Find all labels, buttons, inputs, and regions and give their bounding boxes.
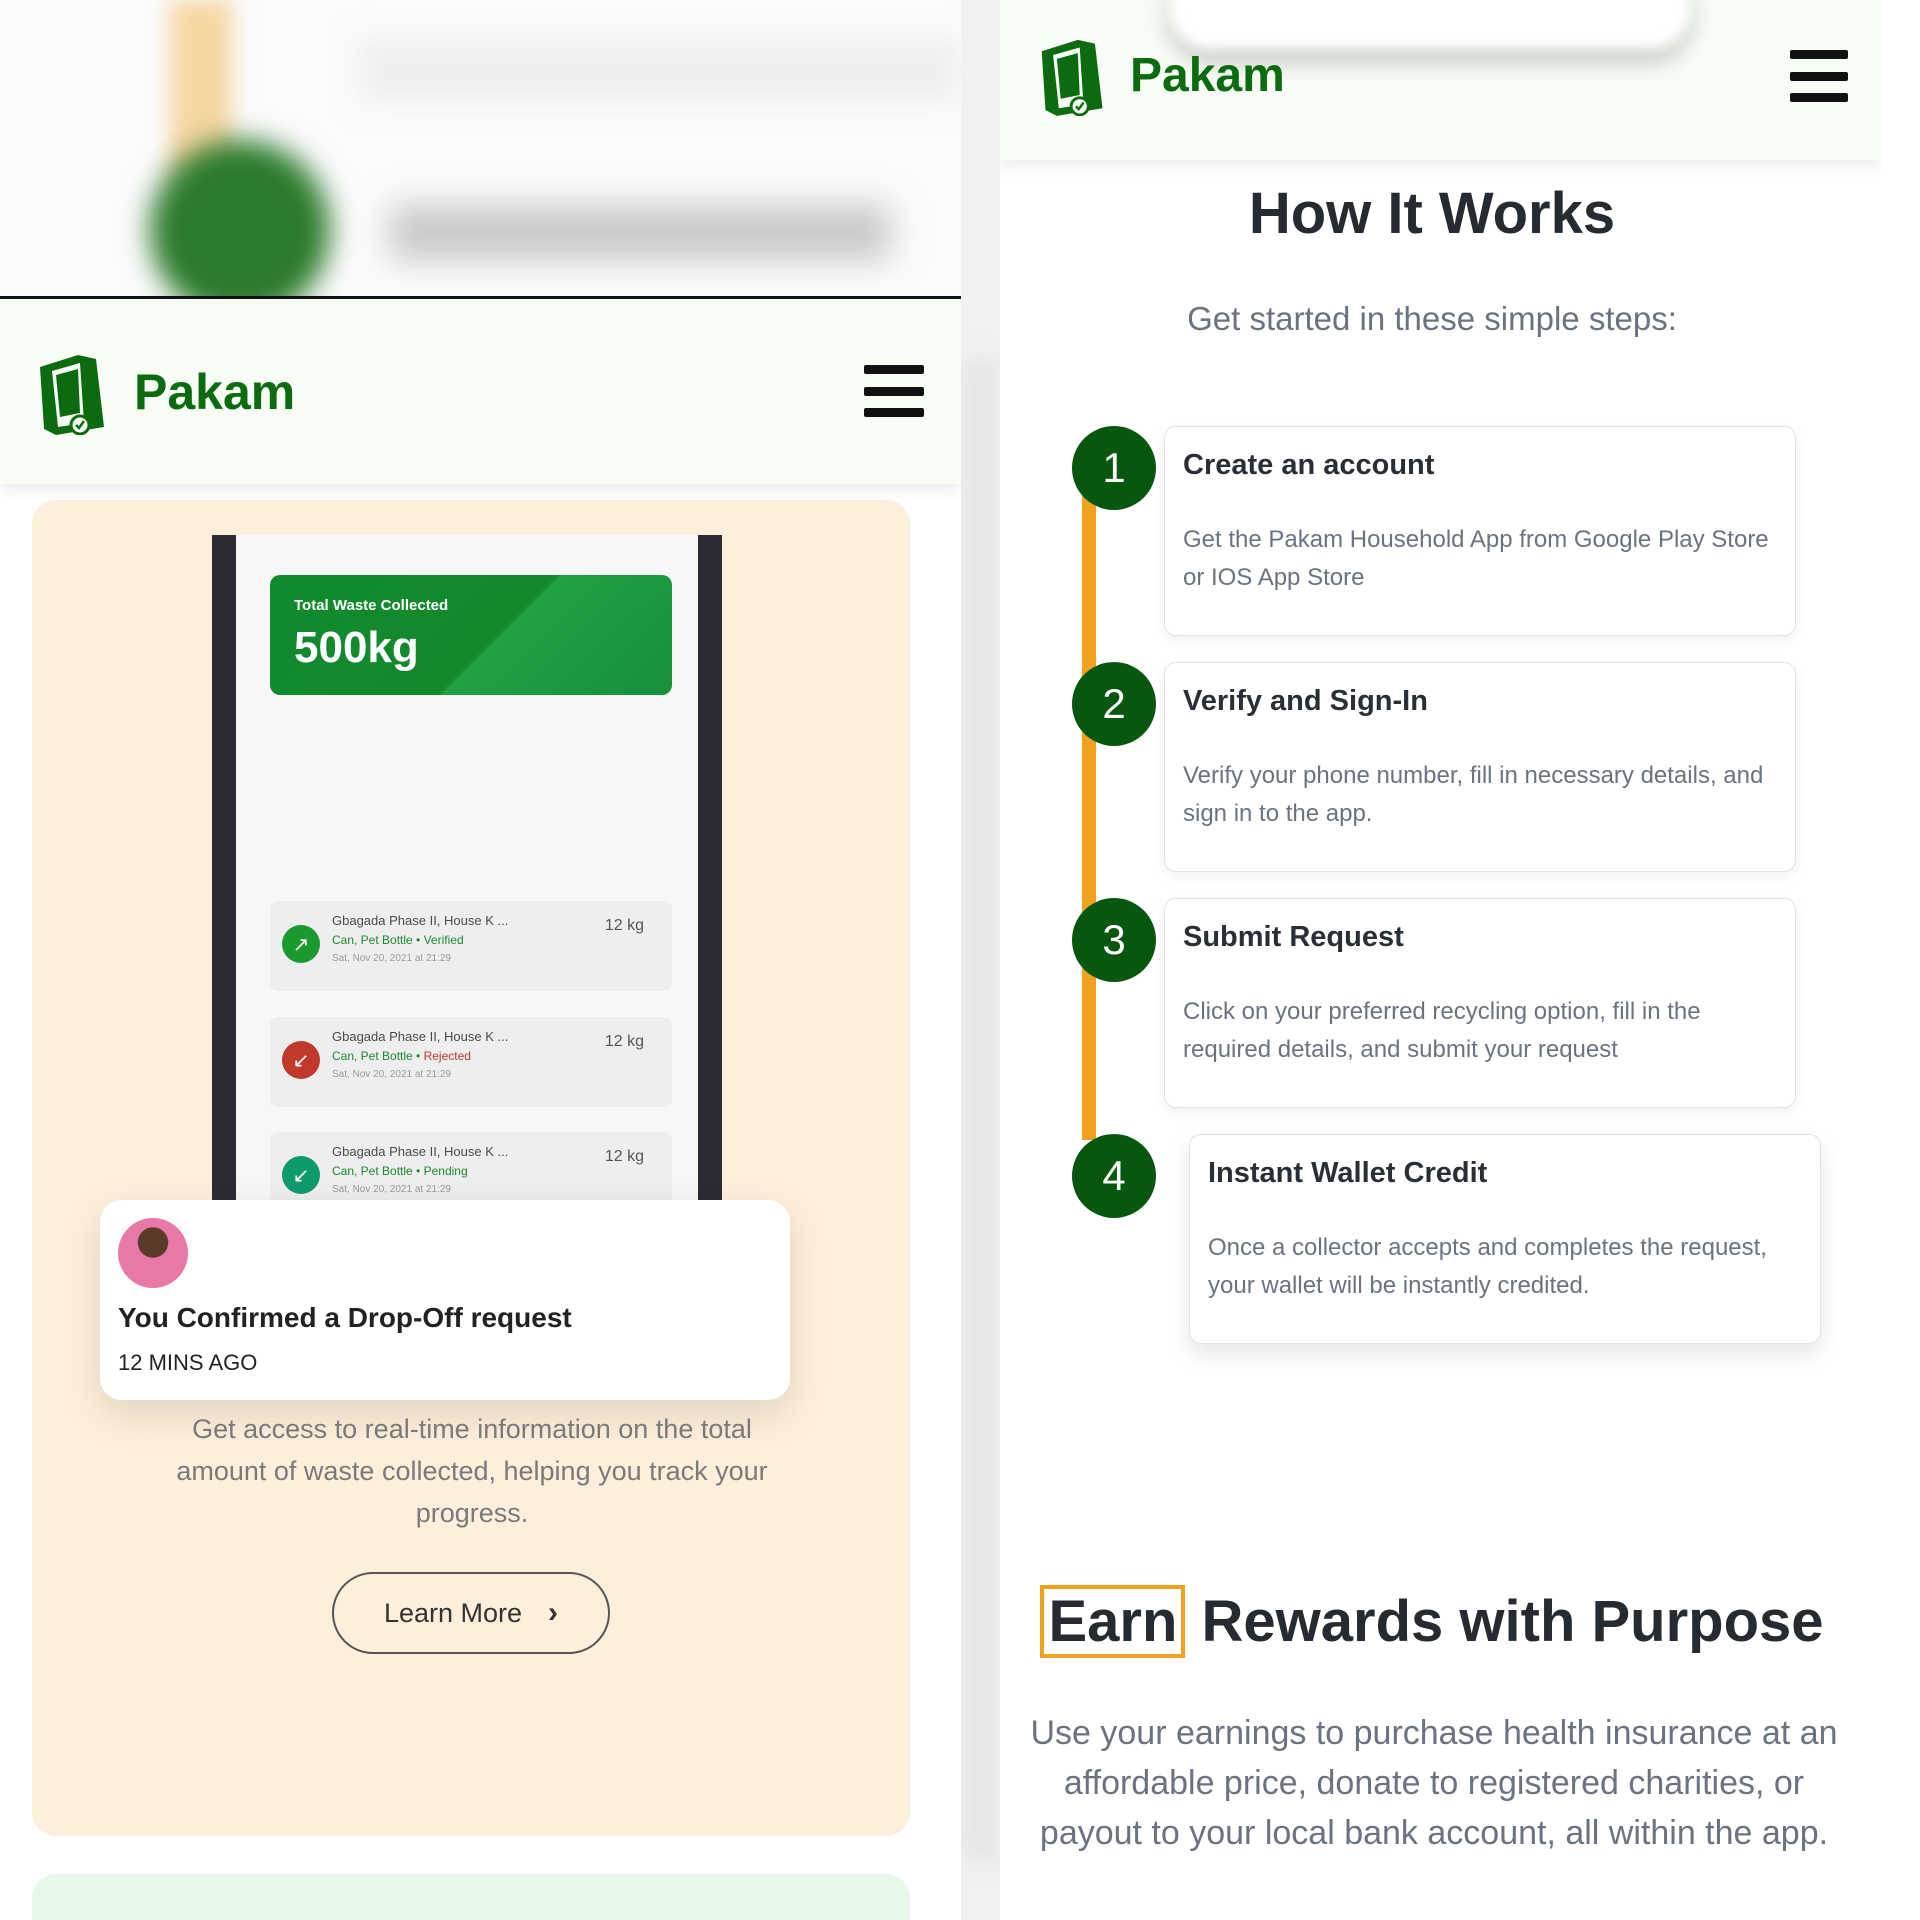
transaction-items: Can, Pet Bottle • Rejected [332,1049,471,1063]
step-number-badge: 4 [1072,1134,1156,1218]
earn-title-rest: Rewards with Purpose [1201,1589,1824,1654]
right-margin [1882,0,1920,1920]
transaction-location: Gbagada Phase II, House K ... [332,913,509,928]
total-waste-label: Total Waste Collected [294,597,449,614]
transaction-weight: 12 kg [604,917,644,934]
step-number-badge: 1 [1072,426,1156,510]
transaction-row[interactable]: ↗ Gbagada Phase II, House K ... Can, Pet… [270,901,672,991]
transaction-location: Gbagada Phase II, House K ... [332,1144,509,1159]
blurred-previous-section [0,0,961,298]
learn-more-button[interactable]: Learn More › [332,1572,610,1654]
how-it-works-title: How It Works [1248,181,1616,246]
step-number-badge: 2 [1072,662,1156,746]
total-waste-value: 500kg [294,623,419,672]
earn-highlight: Earn [1040,1585,1186,1658]
step-card-create-account: Create an account Get the Pakam Househol… [1164,426,1796,636]
pakam-bin-icon [34,349,114,435]
right-screenshot-panel: Pakam How It Works Get started in these … [1000,0,1882,1920]
transaction-status: Rejected [423,1049,471,1063]
waste-tracking-feature-card: Total Waste Collected 500kg ↗ Gbagada Ph… [32,500,910,1836]
menu-icon[interactable] [864,365,924,417]
transaction-items: Can, Pet Bottle • Verified [332,933,464,947]
earn-rewards-description: Use your earnings to purchase health ins… [1030,1714,1838,1852]
step-number-badge: 3 [1072,898,1156,982]
brand-name: Pakam [1130,48,1285,102]
dropoff-notification-card: You Confirmed a Drop-Off request 12 MINS… [100,1200,790,1400]
transaction-date: Sat, Nov 20, 2021 at 21:29 [332,1069,451,1080]
transaction-date: Sat, Nov 20, 2021 at 21:29 [332,1184,451,1195]
steps-timeline [1082,460,1096,1140]
next-feature-card [32,1874,910,1920]
left-screenshot-panel: Pakam Total Waste Collected 500kg ↗ Gbag… [0,0,961,1920]
notification-title: You Confirmed a Drop-Off request [118,1302,572,1333]
transaction-weight: 12 kg [604,1033,644,1050]
transaction-status: Verified [423,933,464,947]
avatar [118,1218,188,1288]
step-title: Create an account [1183,449,1435,481]
transaction-weight: 12 kg [604,1148,644,1165]
transaction-location: Gbagada Phase II, House K ... [332,1029,509,1044]
earn-rewards-title: Earn Rewards with Purpose [1000,1585,1864,1658]
step-title: Instant Wallet Credit [1208,1157,1488,1189]
arrow-up-right-icon: ↗ [282,925,320,963]
notification-time: 12 MINS AGO [118,1350,258,1375]
transaction-row[interactable]: ↙ Gbagada Phase II, House K ... Can, Pet… [270,1017,672,1107]
chevron-right-icon: › [548,1596,559,1629]
step-description: Once a collector accepts and completes t… [1208,1234,1767,1299]
step-description: Verify your phone number, fill in necess… [1183,762,1764,827]
how-it-works-subtitle: Get started in these simple steps: [1187,300,1677,337]
step-card-submit-request: Submit Request Click on your preferred r… [1164,898,1796,1108]
transaction-items: Can, Pet Bottle • Pending [332,1164,468,1178]
step-description: Get the Pakam Household App from Google … [1183,526,1769,591]
step-title: Verify and Sign-In [1183,685,1428,717]
step-title: Submit Request [1183,921,1404,953]
step-description: Click on your preferred recycling option… [1183,998,1701,1063]
panel-gap [961,0,1000,1920]
arrow-down-left-icon: ↙ [282,1156,320,1194]
brand-logo[interactable]: Pakam [34,349,295,435]
step-card-verify: Verify and Sign-In Verify your phone num… [1164,662,1796,872]
total-waste-card: Total Waste Collected 500kg [270,575,672,695]
arrow-down-left-icon: ↙ [282,1041,320,1079]
menu-icon[interactable] [1790,50,1848,102]
navbar: Pakam [1000,0,1882,160]
transaction-date: Sat, Nov 20, 2021 at 21:29 [332,953,451,964]
brand-logo[interactable]: Pakam [1036,34,1285,117]
learn-more-label: Learn More [383,1597,523,1628]
brand-name: Pakam [134,363,296,420]
transaction-status: Pending [423,1164,468,1178]
feature-description: Get access to real-time information on t… [176,1414,768,1528]
pakam-bin-icon [1036,34,1112,117]
step-card-wallet-credit: Instant Wallet Credit Once a collector a… [1189,1134,1821,1344]
navbar: Pakam [0,299,961,484]
